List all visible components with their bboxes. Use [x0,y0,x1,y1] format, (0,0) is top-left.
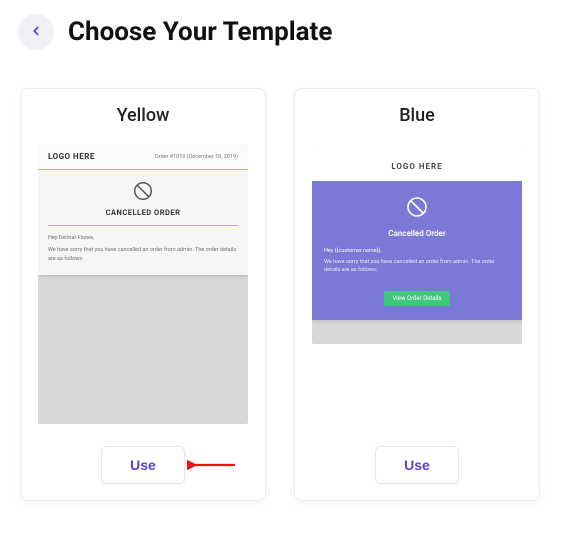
ban-icon [132,180,154,206]
template-card-blue: Blue LOGO HERE Cancelled Order Hey {{cus… [294,88,540,501]
page-title: Choose Your Template [68,17,332,47]
preview-order-meta: Order #1010 (December 18, 2019) [155,154,238,160]
use-button[interactable]: Use [375,446,459,484]
preview-logo: LOGO HERE [48,152,95,161]
back-button[interactable] [18,14,54,50]
template-preview-blue[interactable]: LOGO HERE Cancelled Order Hey {{customer… [312,144,522,344]
chevron-left-icon [29,23,43,42]
template-preview-yellow[interactable]: LOGO HERE Order #1010 (December 18, 2019… [38,144,248,424]
preview-cancelled-label: Cancelled Order [324,229,510,238]
preview-view-button: View Order Details [384,291,449,306]
template-grid: Yellow LOGO HERE Order #1010 (December 1… [0,58,565,501]
template-title: Blue [399,105,435,126]
preview-message: We have sorry that you have cancelled an… [324,258,510,275]
preview-greeting: Hey {{customer.name}}, [324,248,510,254]
preview-logo: LOGO HERE [391,162,442,171]
ban-icon [405,195,429,223]
preview-greeting: Hey Delmar Florea, [48,234,238,242]
template-title: Yellow [117,105,170,126]
use-button[interactable]: Use [101,446,185,484]
preview-cancelled-label: CANCELLED ORDER [38,208,248,225]
preview-message: We have sorry that you have cancelled an… [48,246,238,263]
template-card-yellow: Yellow LOGO HERE Order #1010 (December 1… [20,88,266,501]
arrow-annotation [187,456,237,474]
